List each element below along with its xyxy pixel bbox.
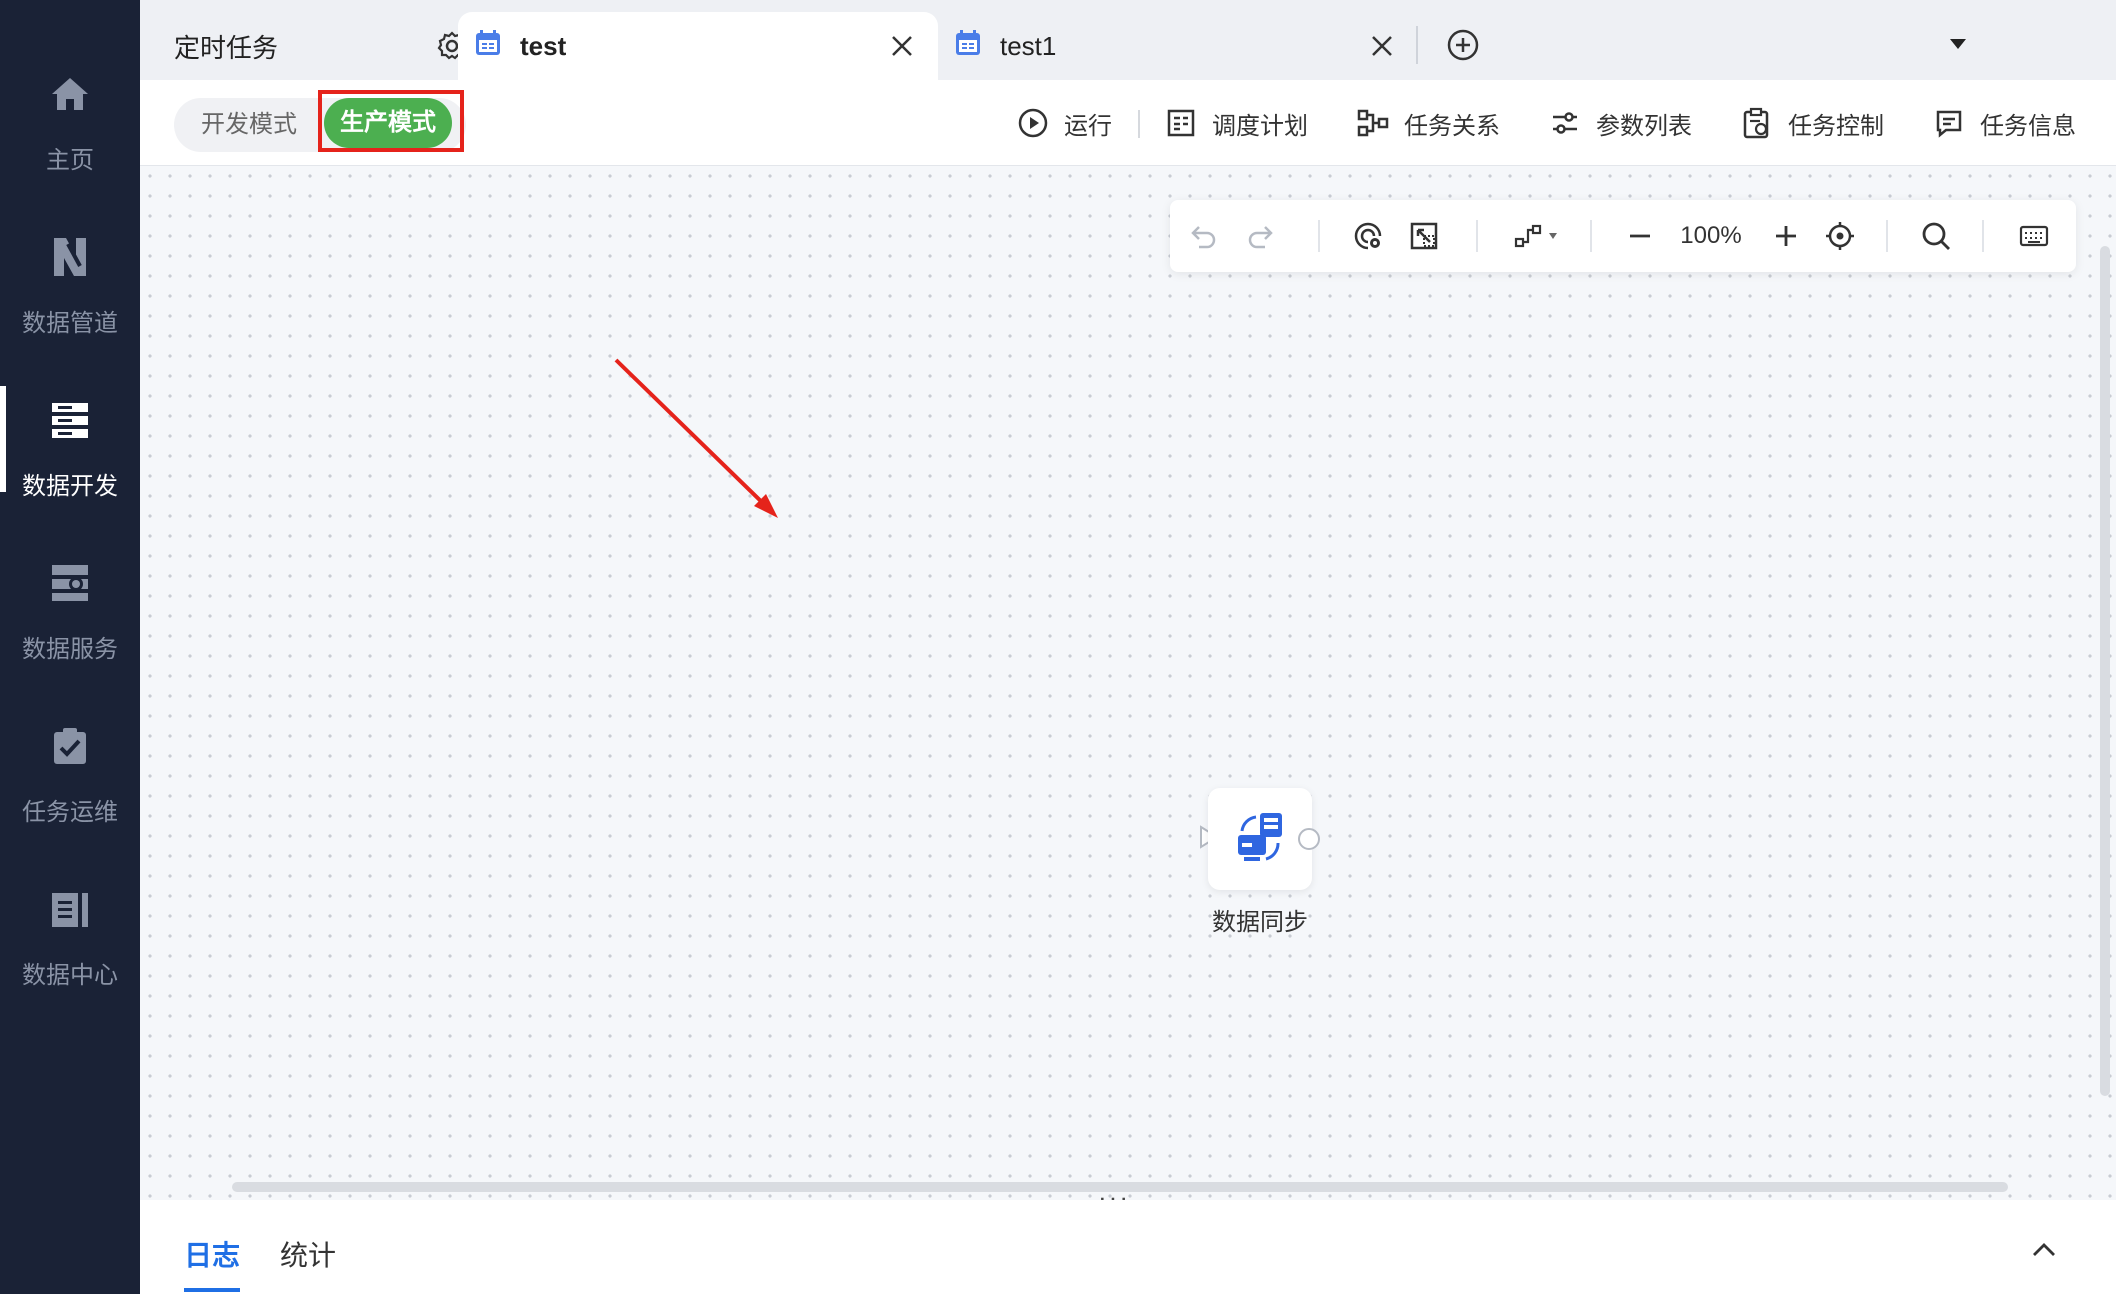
- toolbar-divider: [1138, 110, 1140, 138]
- task-info-icon: [1932, 106, 1966, 140]
- canvas-toolbar: 100%: [1170, 200, 2076, 272]
- dag-canvas[interactable]: 100% 数据同步 ···: [140, 166, 2116, 1212]
- zoom-out-icon[interactable]: [1622, 218, 1658, 254]
- canvas-toolbar-divider: [1886, 220, 1888, 252]
- play-icon: [1016, 106, 1050, 140]
- param-list-button[interactable]: 参数列表: [1548, 102, 1692, 144]
- close-icon[interactable]: [886, 30, 918, 62]
- tab-label: 定时任务: [174, 32, 279, 63]
- tab-stats[interactable]: 统计: [280, 1234, 336, 1274]
- task-toolbar: 开发模式 生产模式 运行 调度计划 任务关系 参数列表 任务控制 任务信息: [140, 80, 2116, 166]
- layout-dropdown-icon[interactable]: [1508, 218, 1568, 254]
- dev-mode-button[interactable]: 开发模式: [174, 98, 324, 152]
- schedule-plan-button[interactable]: 调度计划: [1164, 102, 1308, 144]
- relation-icon: [1356, 106, 1390, 140]
- data-dev-icon: [46, 396, 94, 444]
- task-control-button[interactable]: 任务控制: [1740, 102, 1884, 144]
- sidebar-item-label: 数据管道: [22, 310, 118, 337]
- sidebar-item-data-center[interactable]: 数据中心: [0, 885, 140, 1045]
- sidebar-item-label: 数据开发: [22, 473, 118, 500]
- data-center-icon: [46, 885, 94, 933]
- sidebar-item-data-dev[interactable]: 数据开发: [0, 386, 140, 556]
- tab-label: test: [520, 30, 567, 61]
- calendar-icon: [474, 29, 502, 64]
- task-ops-icon: [46, 722, 94, 770]
- tab-log[interactable]: 日志: [184, 1234, 240, 1274]
- tab-scheduled-tasks[interactable]: 定时任务: [174, 12, 467, 80]
- tab-bar: 定时任务 test test1: [140, 0, 2116, 80]
- schedule-icon: [1164, 106, 1198, 140]
- schedule-plan-label: 调度计划: [1212, 112, 1308, 140]
- add-tab-icon[interactable]: [1446, 28, 1480, 67]
- canvas-toolbar-divider: [1318, 220, 1320, 252]
- redo-icon[interactable]: [1242, 218, 1278, 254]
- tab-test1[interactable]: test1: [938, 12, 1418, 80]
- canvas-toolbar-divider: [1590, 220, 1592, 252]
- close-icon[interactable]: [1366, 30, 1398, 62]
- task-control-label: 任务控制: [1788, 112, 1884, 140]
- task-info-label: 任务信息: [1980, 112, 2076, 140]
- chevron-up-icon[interactable]: [2028, 1234, 2060, 1266]
- sidebar-item-label: 主页: [46, 147, 94, 174]
- node-output-port[interactable]: [1298, 828, 1320, 850]
- task-relation-button[interactable]: 任务关系: [1356, 102, 1500, 144]
- highlight-box: [318, 90, 464, 152]
- data-service-icon: [46, 559, 94, 607]
- run-label: 运行: [1064, 112, 1112, 140]
- node-label: 数据同步: [1212, 909, 1308, 936]
- task-info-button[interactable]: 任务信息: [1932, 102, 2076, 144]
- run-button[interactable]: 运行: [1016, 102, 1112, 144]
- locate-icon[interactable]: [1822, 218, 1858, 254]
- param-list-label: 参数列表: [1596, 112, 1692, 140]
- undo-icon[interactable]: [1186, 218, 1222, 254]
- canvas-toolbar-divider: [1476, 220, 1478, 252]
- sidebar-item-data-service[interactable]: 数据服务: [0, 559, 140, 719]
- preview-icon[interactable]: [1350, 218, 1386, 254]
- home-icon: [46, 70, 94, 118]
- task-control-icon: [1740, 106, 1774, 140]
- keyboard-icon[interactable]: [2016, 218, 2052, 254]
- vertical-scrollbar[interactable]: [2100, 246, 2110, 1096]
- sidebar-item-home[interactable]: 主页: [0, 70, 140, 230]
- zoom-level: 100%: [1680, 222, 1742, 249]
- pipeline-icon: [46, 233, 94, 281]
- calendar-icon: [954, 29, 982, 64]
- sidebar-item-label: 数据服务: [22, 636, 118, 663]
- zoom-in-icon[interactable]: [1768, 218, 1804, 254]
- sidebar-item-label: 任务运维: [22, 799, 118, 826]
- tab-test[interactable]: test: [458, 12, 938, 80]
- sidebar-item-pipeline[interactable]: 数据管道: [0, 233, 140, 393]
- data-sync-node[interactable]: [1208, 788, 1312, 890]
- canvas-toolbar-divider: [1982, 220, 1984, 252]
- sidebar-item-task-ops[interactable]: 任务运维: [0, 722, 140, 882]
- sliders-icon: [1548, 106, 1582, 140]
- data-sync-icon: [1232, 809, 1288, 870]
- active-tab-indicator: [184, 1288, 240, 1292]
- fit-view-icon[interactable]: [1406, 218, 1442, 254]
- sidebar-item-label: 数据中心: [22, 962, 118, 989]
- tab-dropdown-icon[interactable]: [1948, 36, 1968, 57]
- search-icon[interactable]: [1918, 218, 1954, 254]
- tab-label: test1: [1000, 30, 1057, 61]
- sidebar: 主页 数据管道 数据开发 数据服务 任务运维 数据中心: [0, 0, 140, 1294]
- tab-divider: [1416, 26, 1418, 64]
- task-relation-label: 任务关系: [1404, 112, 1500, 140]
- annotation-arrow: [614, 358, 778, 518]
- bottom-panel: 日志 统计: [140, 1200, 2116, 1294]
